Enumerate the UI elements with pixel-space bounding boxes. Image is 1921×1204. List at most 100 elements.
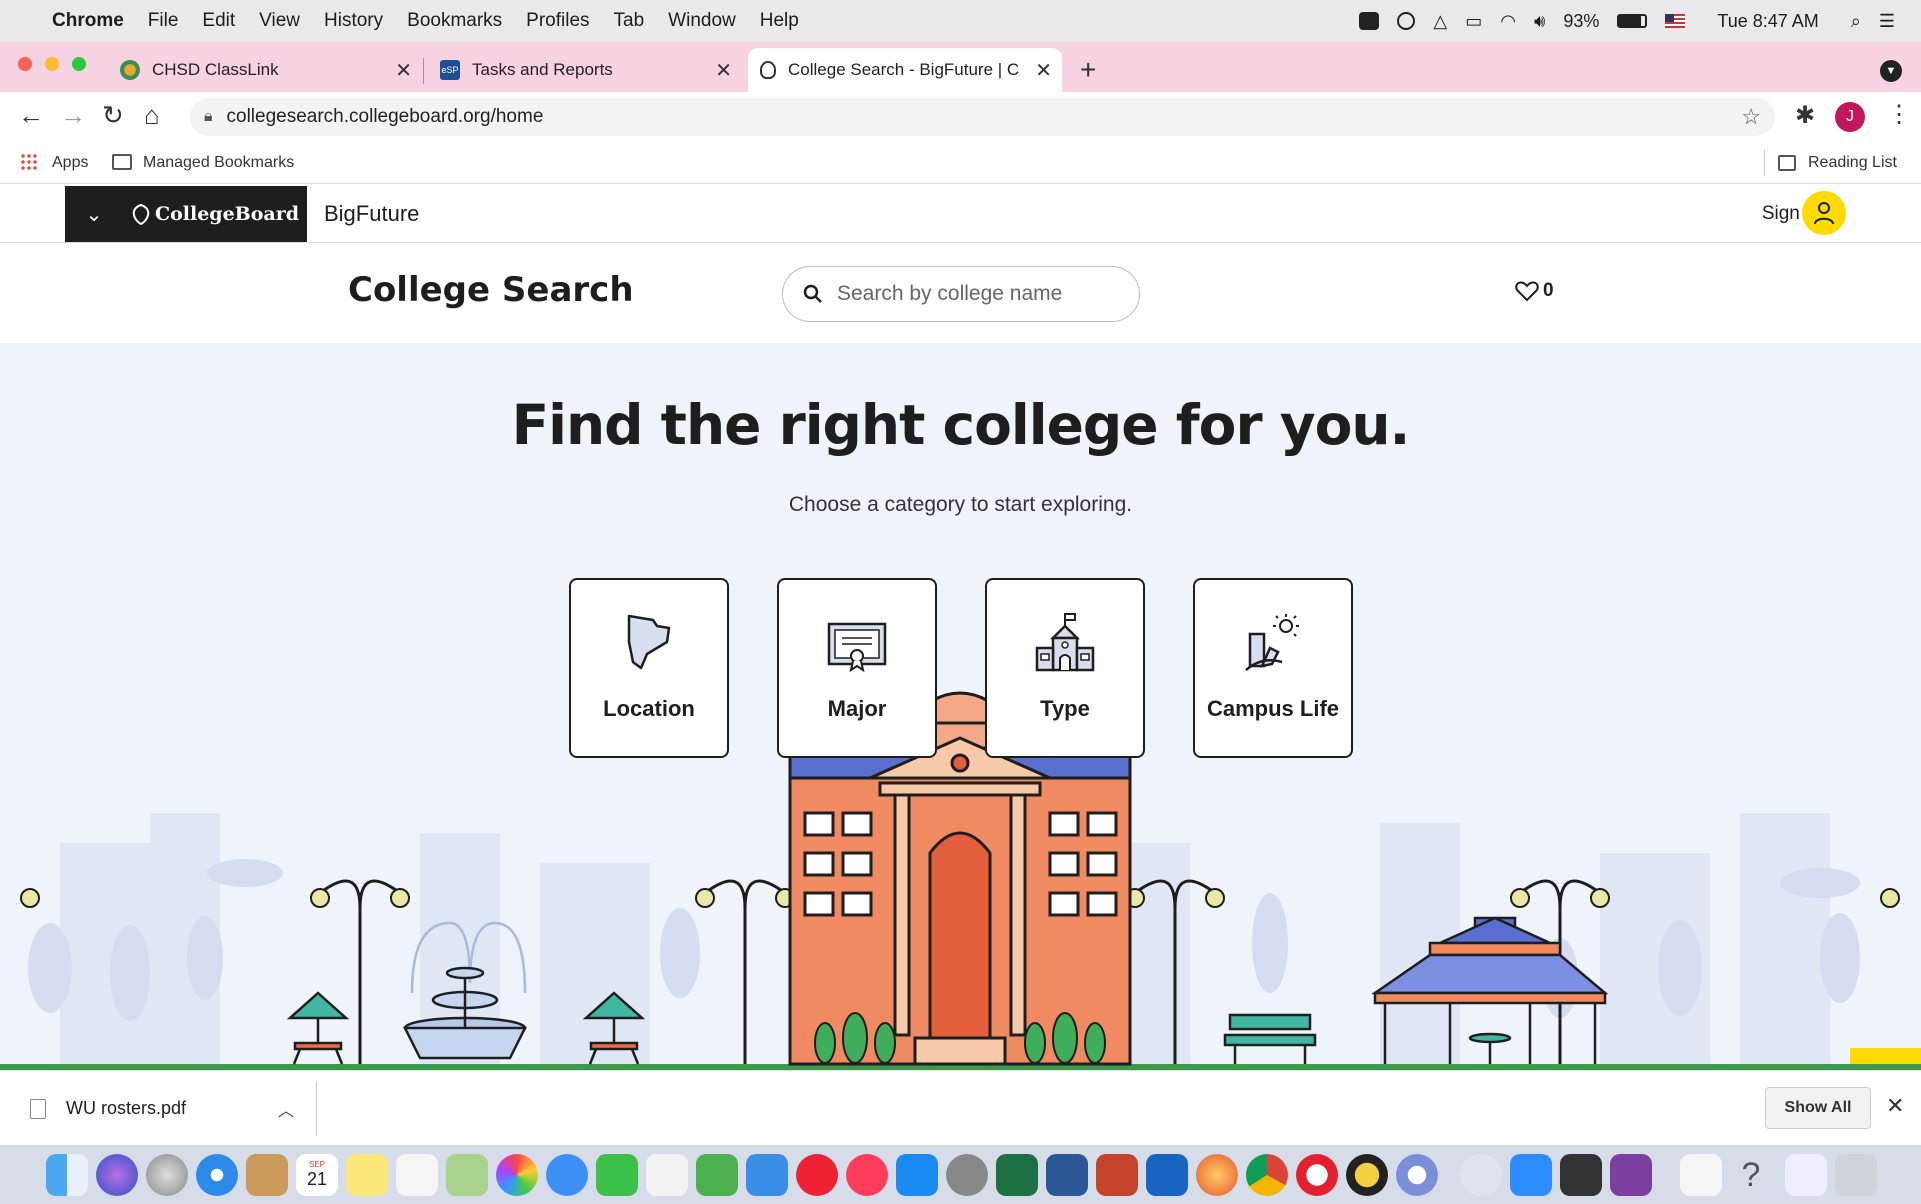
new-tab-icon[interactable]: + [1080, 54, 1096, 86]
chevron-up-icon[interactable]: ︿ [278, 1097, 294, 1121]
show-all-button[interactable]: Show All [1765, 1087, 1871, 1129]
screen-record-icon[interactable] [1359, 12, 1380, 30]
close-tab-icon[interactable]: ✕ [395, 58, 412, 83]
opera-icon[interactable] [1296, 1154, 1338, 1196]
facetime-icon[interactable] [596, 1154, 638, 1196]
outlook-icon[interactable] [1146, 1154, 1188, 1196]
volume-icon[interactable]: 🔊︎ [1534, 11, 1545, 32]
siri-icon[interactable] [96, 1154, 138, 1196]
word-icon[interactable] [1046, 1154, 1088, 1196]
close-tab-icon[interactable]: ✕ [1035, 58, 1052, 83]
trash-icon[interactable] [1835, 1154, 1877, 1196]
back-arrow-icon[interactable]: ← [18, 100, 44, 131]
tab-classlink[interactable]: CHSD ClassLink ✕ [112, 48, 422, 92]
help-icon[interactable]: ? [1730, 1154, 1772, 1196]
textedit-icon[interactable] [646, 1154, 688, 1196]
close-tab-icon[interactable]: ✕ [715, 58, 732, 83]
tab-college-search[interactable]: College Search - BigFuture | C ✕ [748, 48, 1062, 92]
bigfuture-link[interactable]: BigFuture [324, 186, 419, 242]
lock-icon[interactable]: 🔒︎ [204, 108, 213, 126]
clock[interactable]: Tue 8:47 AM [1717, 11, 1818, 32]
menu-tab[interactable]: Tab [614, 10, 645, 32]
system-preferences-icon[interactable] [946, 1154, 988, 1196]
news-icon[interactable] [796, 1154, 838, 1196]
airplay-icon[interactable]: ▭ [1465, 11, 1482, 32]
menu-edit[interactable]: Edit [202, 10, 235, 32]
contacts-icon[interactable] [246, 1154, 288, 1196]
close-downloads-icon[interactable]: ✕ [1886, 1093, 1904, 1119]
reading-list[interactable]: Reading List [1808, 154, 1897, 172]
drive-icon[interactable]: △ [1433, 11, 1447, 32]
home-icon[interactable]: ⌂ [144, 100, 160, 131]
bookmark-managed[interactable]: Managed Bookmarks [143, 154, 294, 172]
close-window-icon[interactable] [18, 57, 32, 71]
control-center-icon[interactable]: ☰ [1879, 11, 1895, 32]
collegeboard-favicon-icon [760, 61, 776, 79]
classlink-icon[interactable] [1346, 1154, 1388, 1196]
menu-view[interactable]: View [259, 10, 300, 32]
menu-window[interactable]: Window [668, 10, 736, 32]
collegeboard-logo[interactable]: CollegeBoard [123, 186, 307, 242]
safari-icon[interactable] [196, 1154, 238, 1196]
zoom-window-icon[interactable] [72, 57, 86, 71]
download-item[interactable]: WU rosters.pdf ︿ [0, 1071, 316, 1146]
launchpad-icon[interactable] [146, 1154, 188, 1196]
menu-help[interactable]: Help [760, 10, 799, 32]
forward-arrow-icon[interactable]: → [60, 100, 86, 131]
category-location-button[interactable]: Location [569, 578, 729, 758]
user-account-icon[interactable] [1802, 191, 1846, 235]
tab-tasks-reports[interactable]: eSP Tasks and Reports ✕ [432, 48, 742, 92]
chrome-icon[interactable] [1246, 1154, 1288, 1196]
favorites-button[interactable]: 0 [1515, 280, 1554, 302]
reminders-icon[interactable] [396, 1154, 438, 1196]
menu-profiles[interactable]: Profiles [526, 10, 589, 32]
bookmark-star-icon[interactable]: ☆ [1741, 104, 1761, 130]
wifi-icon[interactable]: ◠ [1500, 11, 1516, 32]
finder-icon[interactable] [46, 1154, 88, 1196]
mask-app-icon[interactable] [1460, 1154, 1502, 1196]
menu-history[interactable]: History [324, 10, 383, 32]
menu-dropdown-button[interactable]: ⌄ [65, 186, 123, 242]
downloads-stack-icon[interactable] [1785, 1154, 1827, 1196]
privacy-icon[interactable] [1397, 12, 1416, 30]
url-text[interactable]: collegesearch.collegeboard.org/home [227, 106, 544, 128]
apps-grid-icon[interactable] [20, 153, 38, 171]
notes-icon[interactable] [346, 1154, 388, 1196]
messages-icon[interactable] [546, 1154, 588, 1196]
profile-avatar[interactable]: J [1835, 102, 1865, 132]
battery-percent: 93% [1563, 10, 1600, 31]
printer-icon[interactable] [1560, 1154, 1602, 1196]
menu-app-name[interactable]: Chrome [52, 10, 124, 32]
menu-file[interactable]: File [148, 10, 179, 32]
photos-icon[interactable] [496, 1154, 538, 1196]
firefox-icon[interactable] [1196, 1154, 1238, 1196]
category-type-button[interactable]: Type [985, 578, 1145, 758]
numbers-icon[interactable] [696, 1154, 738, 1196]
excel-icon[interactable] [996, 1154, 1038, 1196]
college-search-input[interactable]: Search by college name [782, 266, 1140, 322]
zoom-icon[interactable] [1510, 1154, 1552, 1196]
documents-folder-icon[interactable] [1680, 1154, 1722, 1196]
reading-list-icon[interactable] [1778, 155, 1796, 171]
category-campus-life-button[interactable]: Campus Life [1193, 578, 1353, 758]
maps-icon[interactable] [446, 1154, 488, 1196]
calendar-icon[interactable]: SEP 21 [296, 1154, 338, 1196]
flag-icon[interactable] [1665, 14, 1686, 28]
category-major-button[interactable]: Major [777, 578, 937, 758]
tab-search-icon[interactable]: ▼ [1880, 60, 1902, 82]
reload-icon[interactable]: ↻ [102, 100, 124, 131]
bookmark-apps[interactable]: Apps [52, 154, 88, 172]
music-icon[interactable] [846, 1154, 888, 1196]
menu-bookmarks[interactable]: Bookmarks [407, 10, 502, 32]
keynote-icon[interactable] [746, 1154, 788, 1196]
onenote-icon[interactable] [1610, 1154, 1652, 1196]
battery-icon[interactable] [1617, 14, 1648, 28]
extensions-icon[interactable]: ✱ [1795, 101, 1815, 130]
minimize-window-icon[interactable] [45, 57, 59, 71]
powerpoint-icon[interactable] [1096, 1154, 1138, 1196]
app-store-icon[interactable] [896, 1154, 938, 1196]
spotlight-icon[interactable]: ⌕ [1851, 11, 1861, 32]
chrome-canary-icon[interactable] [1396, 1154, 1438, 1196]
chrome-menu-icon[interactable]: ⋮ [1887, 100, 1911, 129]
address-bar[interactable]: 🔒︎ collegesearch.collegeboard.org/home ☆ [190, 98, 1775, 136]
